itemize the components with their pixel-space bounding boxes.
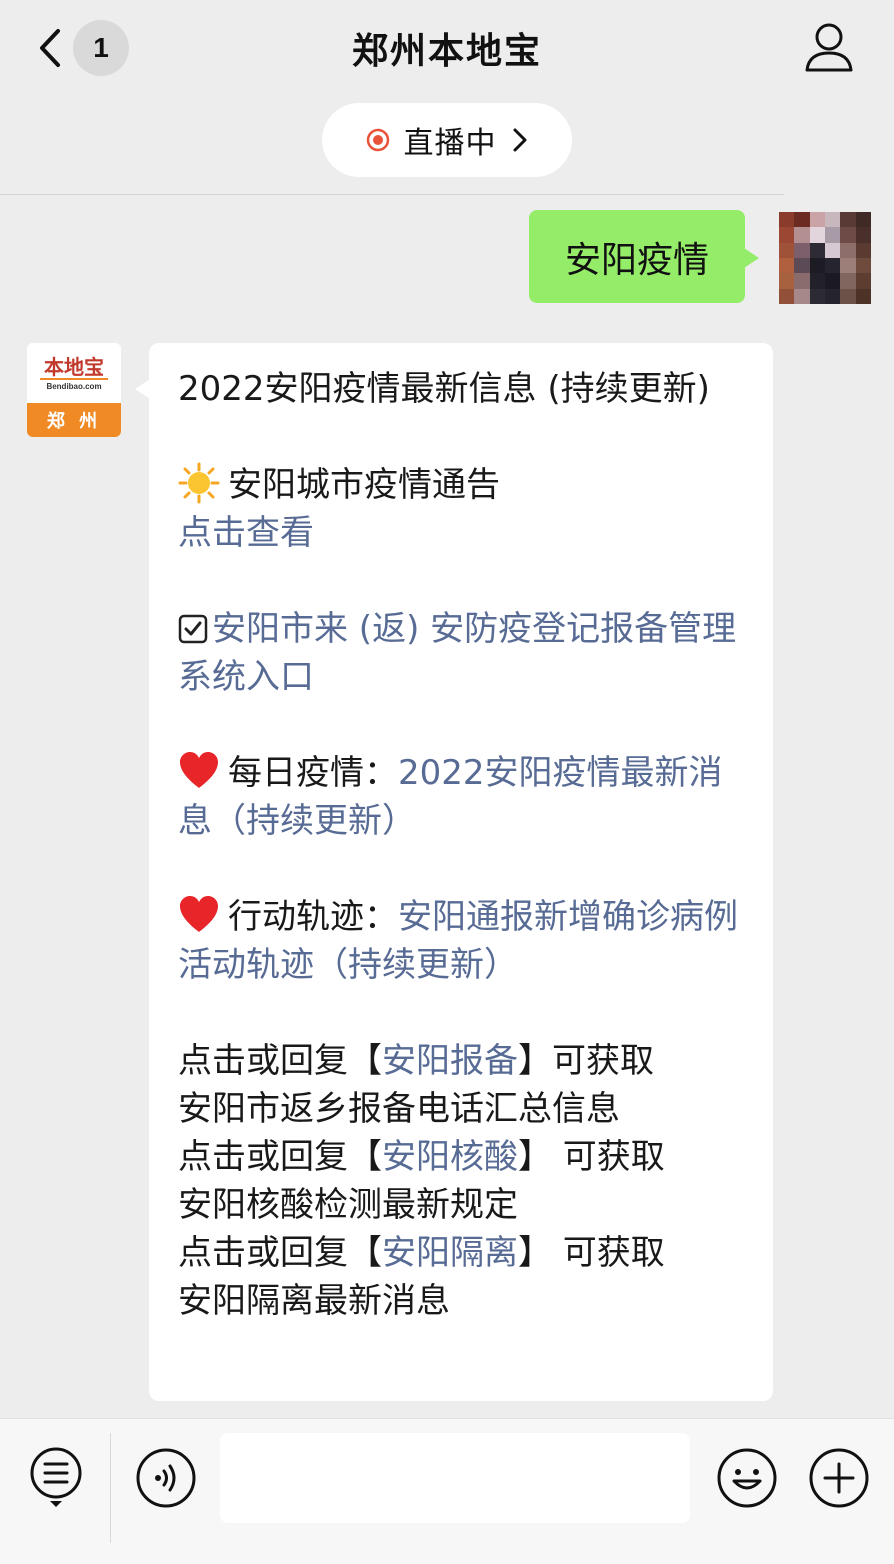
received-message-bubble: 2022安阳疫情最新信息 (持续更新) 安阳城市疫情通告 点击查看 安阳市来 (… (135, 343, 773, 1401)
register-link[interactable]: 安阳市来 (返) 安防疫登记报备管理系统入口 (178, 609, 736, 697)
logo-city: 郑 州 (27, 403, 121, 437)
sent-message-bubble[interactable]: 安阳疫情 (529, 210, 759, 303)
track-label: 行动轨迹： (228, 897, 398, 937)
header-divider (0, 194, 784, 195)
reply-keyword-hesuan[interactable]: 安阳核酸 (382, 1137, 518, 1177)
more-actions-button[interactable] (808, 1447, 870, 1509)
input-toolbar (0, 1418, 894, 1564)
reply-suffix: 】 可获取 (518, 1233, 665, 1273)
message-headline: 2022安阳疫情最新信息 (持续更新) (178, 369, 710, 409)
reply-keyword-baobei[interactable]: 安阳报备 (382, 1041, 518, 1081)
reply-prefix: 点击或回复【 (178, 1137, 382, 1177)
reply-desc: 安阳隔离最新消息 (178, 1281, 450, 1321)
daily-label: 每日疫情： (228, 753, 398, 793)
notice-link[interactable]: 点击查看 (178, 513, 314, 553)
live-label: 直播中 (403, 126, 497, 161)
logo-url: Bendibao.com (46, 381, 102, 391)
message-input[interactable] (220, 1433, 690, 1523)
chevron-right-icon (513, 128, 526, 152)
logo-text: 本地宝 (40, 356, 108, 380)
emoji-button[interactable] (716, 1447, 778, 1509)
reply-desc: 安阳核酸检测最新规定 (178, 1185, 518, 1225)
plus-icon (809, 1448, 869, 1508)
reply-keyword-geli[interactable]: 安阳隔离 (382, 1233, 518, 1273)
reply-desc: 安阳市返乡报备电话汇总信息 (178, 1089, 620, 1129)
reply-prefix: 点击或回复【 (178, 1041, 382, 1081)
live-broadcast-button[interactable]: 直播中 (322, 103, 572, 177)
logo-top: 本地宝 Bendibao.com (27, 343, 121, 403)
chat-title: 郑州本地宝 (351, 31, 542, 72)
reply-item: 点击或回复【安阳报备】可获取 (178, 1037, 747, 1085)
register-line: 安阳市来 (返) 安防疫登记报备管理系统入口 (178, 605, 747, 701)
profile-button[interactable] (804, 22, 854, 74)
official-account-avatar[interactable]: 本地宝 Bendibao.com 郑 州 (27, 343, 121, 437)
heart-icon (180, 752, 218, 788)
chat-header: 1 郑州本地宝 (0, 0, 894, 100)
menu-toggle-button[interactable] (28, 1445, 84, 1509)
track-line: 行动轨迹：安阳通报新增确诊病例活动轨迹（持续更新） (178, 893, 747, 989)
checkbox-icon (178, 614, 208, 644)
voice-icon (136, 1448, 196, 1508)
reply-suffix: 】 可获取 (518, 1137, 665, 1177)
voice-button[interactable] (135, 1447, 197, 1509)
sun-icon (178, 462, 220, 504)
person-icon (805, 23, 853, 72)
reply-prefix: 点击或回复【 (178, 1233, 382, 1273)
heart-icon (180, 896, 218, 932)
toolbar-separator (110, 1433, 111, 1543)
notice-label: 安阳城市疫情通告 (228, 465, 500, 505)
reply-item: 点击或回复【安阳核酸】 可获取 (178, 1133, 747, 1181)
reply-suffix: 】可获取 (518, 1041, 654, 1081)
notice-line: 安阳城市疫情通告 (178, 461, 747, 509)
user-avatar[interactable] (779, 212, 871, 304)
daily-line: 每日疫情：2022安阳疫情最新消息（持续更新） (178, 749, 747, 845)
list-menu-icon (30, 1447, 82, 1507)
reply-item: 点击或回复【安阳隔离】 可获取 (178, 1229, 747, 1277)
smiley-icon (717, 1448, 777, 1508)
record-dot-icon (366, 128, 389, 152)
